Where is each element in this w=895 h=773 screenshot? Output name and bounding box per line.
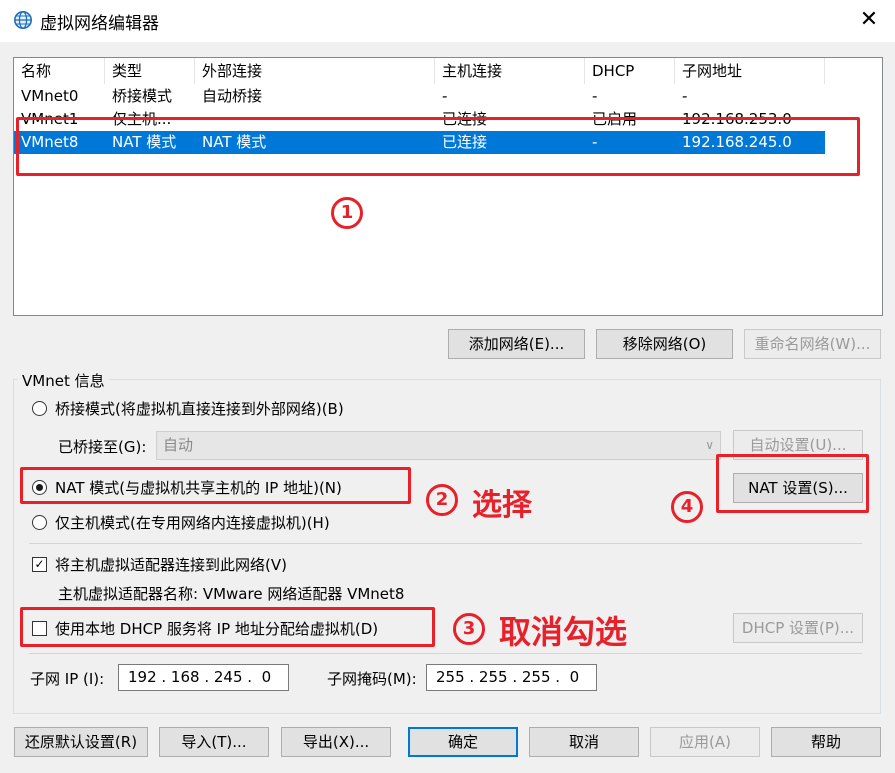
subnet-ip-label: 子网 IP (I): <box>30 670 105 688</box>
bridge-mode-radio[interactable] <box>32 401 47 416</box>
divider <box>29 653 862 654</box>
annotation-uncheck-text: 取消勾选 <box>499 613 628 651</box>
annotation-number-2: 2 <box>426 484 458 516</box>
table-cell: - <box>592 87 598 105</box>
table-cell: - <box>442 87 448 105</box>
remove-network-button[interactable]: 移除网络(O) <box>596 329 733 359</box>
cancel-button[interactable]: 取消 <box>529 727 639 757</box>
column-header-subnet[interactable]: 子网地址 <box>675 58 825 84</box>
apply-button[interactable]: 应用(A) <box>650 727 760 757</box>
dhcp-settings-button[interactable]: DHCP 设置(P)... <box>733 613 863 643</box>
window-title: 虚拟网络编辑器 <box>40 14 159 34</box>
column-header-name[interactable]: 名称 <box>14 58 105 84</box>
annotation-number-4: 4 <box>671 491 703 523</box>
host-only-label[interactable]: 仅主机模式(在专用网络内连接虚拟机)(H) <box>55 512 330 533</box>
subnet-mask-label: 子网掩码(M): <box>327 670 417 688</box>
annotation-box-nat <box>20 467 411 504</box>
annotation-number-1: 1 <box>331 197 363 229</box>
table-cell: - <box>682 87 688 105</box>
annotation-select-text: 选择 <box>472 488 532 523</box>
annotation-box-nat-settings <box>716 454 869 513</box>
table-cell: 自动桥接 <box>202 87 263 105</box>
bridged-to-label: 已桥接至(G): <box>58 438 147 456</box>
import-button[interactable]: 导入(T)... <box>159 727 269 757</box>
column-header-host[interactable]: 主机连接 <box>435 58 585 84</box>
restore-defaults-button[interactable]: 还原默认设置(R) <box>14 727 148 757</box>
table-cell: 桥接模式 <box>112 87 173 105</box>
ok-button[interactable]: 确定 <box>408 727 518 757</box>
bridged-to-select[interactable]: 自动 ∨ <box>156 431 721 460</box>
help-button[interactable]: 帮助 <box>771 727 881 757</box>
connect-adapter-checkbox[interactable]: ✓ <box>32 557 47 572</box>
annotation-box-vmnet8 <box>16 117 860 176</box>
network-globe-icon <box>14 11 32 29</box>
column-header-type[interactable]: 类型 <box>105 58 195 84</box>
connect-adapter-label[interactable]: 将主机虚拟适配器连接到此网络(V) <box>55 554 287 575</box>
adapter-name-text: 主机虚拟适配器名称: VMware 网络适配器 VMnet8 <box>58 585 405 603</box>
host-only-radio[interactable] <box>32 515 47 530</box>
bridged-to-value: 自动 <box>163 436 194 454</box>
subnet-ip-field[interactable]: 192 . 168 . 245 . 0 <box>118 664 289 691</box>
add-network-button[interactable]: 添加网络(E)... <box>448 329 585 359</box>
annotation-box-dhcp <box>20 607 435 647</box>
close-icon[interactable]: ✕ <box>852 4 886 36</box>
divider <box>29 543 862 544</box>
network-list[interactable]: 名称 类型 外部连接 主机连接 DHCP 子网地址 VMnet0 桥接模式 自动… <box>13 57 883 316</box>
chevron-down-icon: ∨ <box>705 438 714 452</box>
column-header-external[interactable]: 外部连接 <box>195 58 435 84</box>
subnet-mask-field[interactable]: 255 . 255 . 255 . 0 <box>426 664 597 691</box>
table-cell: VMnet0 <box>21 87 79 105</box>
vmnet-info-label: VMnet 信息 <box>18 370 109 391</box>
column-header-dhcp[interactable]: DHCP <box>585 58 675 84</box>
rename-network-button[interactable]: 重命名网络(W)... <box>744 329 881 359</box>
annotation-number-3: 3 <box>453 613 485 645</box>
bridge-mode-label[interactable]: 桥接模式(将虚拟机直接连接到外部网络)(B) <box>55 398 344 419</box>
export-button[interactable]: 导出(X)... <box>281 727 391 757</box>
table-row[interactable]: VMnet0 桥接模式 自动桥接 - - - <box>14 85 825 108</box>
